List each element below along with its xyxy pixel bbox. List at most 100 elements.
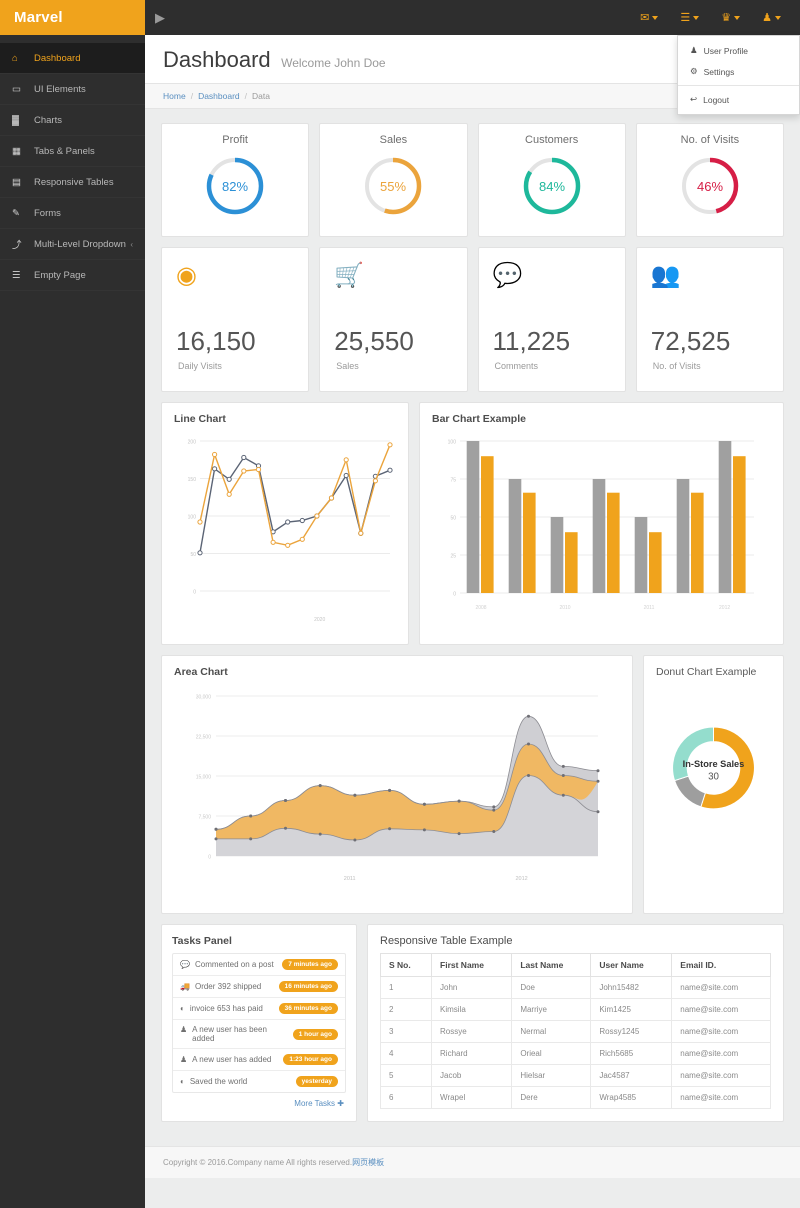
table-title: Responsive Table Example	[380, 935, 513, 947]
home-icon: ⌂	[12, 52, 18, 64]
bar-chart-title: Bar Chart Example	[432, 413, 526, 425]
gauge-row: Profit 82% Sales 55% Customers 84% No. of Visi…	[161, 123, 784, 237]
table-cell: Richard	[431, 1042, 513, 1065]
sidebar-item-charts[interactable]: ▓ Charts	[0, 105, 145, 136]
topbar-user-button[interactable]: ♟	[751, 0, 792, 35]
content-body: Profit 82% Sales 55% Customers 84% No. of Visi…	[145, 109, 800, 1146]
gauge-card-no-of-visits: No. of Visits 46%	[635, 123, 784, 237]
user-icon: ♟	[690, 45, 698, 55]
sidebar-toggle-icon[interactable]: ▶	[145, 0, 175, 35]
table-cell: name@site.com	[671, 1042, 771, 1065]
task-time-badge: 16 minutes ago	[278, 981, 338, 992]
sidebar-item-forms[interactable]: ✎ Forms	[0, 198, 145, 229]
task-item[interactable]: ♟ A new user has added 1:23 hour ago	[173, 1049, 345, 1071]
table-cell: John15482	[590, 976, 673, 999]
svg-text:75: 75	[450, 478, 456, 484]
area-chart: 0 7,500 15,000 22,500 30,000 2011 2012	[174, 684, 620, 901]
svg-text:2010: 2010	[559, 605, 570, 611]
svg-text:In-Store Sales: In-Store Sales	[683, 759, 745, 769]
table-icon: ▤	[12, 176, 21, 188]
brand-logo[interactable]: Marvel	[0, 0, 145, 35]
sidebar-item-label: Multi-Level Dropdown	[34, 238, 126, 250]
task-item[interactable]: ◐ invoice 653 has paid 36 minutes ago	[173, 998, 345, 1020]
table-cell: Rich5685	[590, 1042, 673, 1065]
breadcrumb-item-home[interactable]: Home	[163, 91, 186, 101]
task-content: 💬 Commented on a post	[180, 960, 274, 969]
sitemap-icon: ⤴	[12, 240, 22, 251]
page-title: Dashboard	[163, 47, 271, 72]
responsive-table-card: Responsive Table Example S No. First Name…	[367, 924, 784, 1122]
table-cell: 3	[379, 1020, 433, 1043]
svg-text:100: 100	[448, 440, 457, 446]
svg-text:200: 200	[188, 440, 197, 446]
topbar-messages-button[interactable]: ✉	[629, 0, 669, 35]
task-item[interactable]: 💬 Commented on a post 7 minutes ago	[173, 954, 345, 976]
stat-card-sales: 🛒 25,550 Sales	[319, 247, 468, 392]
dropdown-divider	[678, 85, 799, 86]
chevron-down-icon	[693, 15, 700, 20]
table-cell: Marriye	[511, 998, 592, 1021]
task-content: ◐ invoice 653 has paid	[180, 1004, 263, 1013]
stat-label: Daily Visits	[178, 361, 222, 371]
table-column-header: S No.	[379, 953, 433, 977]
breadcrumb-item-dashboard[interactable]: Dashboard	[198, 91, 240, 101]
table-cell: name@site.com	[671, 1020, 771, 1043]
breadcrumb-separator: /	[190, 91, 194, 101]
task-content: ♟ A new user has added	[180, 1055, 271, 1064]
sidebar-item-dashboard[interactable]: ⌂ Dashboard	[0, 43, 145, 74]
user-dropdown-menu[interactable]: ♟ User Profile ⚙ Settings ↩ Logout	[677, 35, 800, 115]
task-item[interactable]: ♟ A new user has been added 1 hour ago	[173, 1020, 345, 1049]
monitor-icon: ▭	[12, 83, 21, 95]
sidebar-item-multi-level-dropdown[interactable]: ⤴ Multi-Level Dropdown ‹	[0, 229, 145, 260]
table-row: 6 Wrapel Dere Wrap4585 name@site.com	[379, 1086, 771, 1109]
table-cell: Jacob	[431, 1064, 513, 1087]
donut-chart-title: Donut Chart Example	[656, 666, 757, 678]
sidebar-item-tabs-panels[interactable]: ▦ Tabs & Panels	[0, 136, 145, 167]
svg-text:50: 50	[190, 552, 196, 558]
sidebar-item-ui-elements[interactable]: ▭ UI Elements	[0, 74, 145, 105]
table-cell: 5	[379, 1064, 433, 1087]
table-cell: Jac4587	[590, 1064, 673, 1087]
donut-chart: In-Store Sales 30	[656, 684, 771, 824]
table-header-row: S No. First Name Last Name User Name Email I…	[379, 953, 771, 977]
table-cell: Kim1425	[590, 998, 673, 1021]
svg-text:100: 100	[188, 515, 197, 521]
topbar-notifications-button[interactable]: ♛	[710, 0, 751, 35]
table-cell: Rossy1245	[590, 1020, 673, 1043]
table-row: 5 Jacob Hielsar Jac4587 name@site.com	[379, 1064, 771, 1087]
table-column-header: Last Name	[511, 953, 592, 977]
topbar-tasks-button[interactable]: ☰	[669, 0, 710, 35]
dropdown-item-user-profile[interactable]: ♟ User Profile	[678, 40, 799, 61]
footer-link[interactable]: 网页模板	[352, 1158, 384, 1167]
task-item[interactable]: 🚚 Order 392 shipped 16 minutes ago	[173, 976, 345, 998]
tasks-panel-title: Tasks Panel	[172, 935, 232, 947]
table-cell: name@site.com	[671, 998, 771, 1021]
page-subtitle: Welcome John Doe	[281, 56, 386, 70]
stat-card-comments: 💬 11,225 Comments	[477, 247, 626, 392]
bar-chart: 0 25 50 75 100 2008 2010 2011 2012	[432, 431, 771, 632]
dashboard-page: Marvel ⌂ Dashboard ▭ UI Elements ▓ Charts ▦ Tab…	[0, 0, 800, 1208]
table-cell: Wrap4585	[590, 1086, 673, 1109]
stat-number: 11,225	[492, 326, 571, 356]
more-tasks-label: More Tasks	[294, 1099, 336, 1108]
task-content: ◐ Saved the world	[180, 1077, 247, 1086]
user-icon: ♟	[762, 12, 772, 24]
sidebar-item-empty-page[interactable]: ☰ Empty Page	[0, 260, 145, 291]
globe-icon: ◐	[180, 1004, 185, 1013]
sidebar-item-label: Empty Page	[34, 269, 86, 281]
sidebar-item-label: Responsive Tables	[34, 176, 114, 188]
sidebar-item-responsive-tables[interactable]: ▤ Responsive Tables	[0, 167, 145, 198]
tasks-icon: ☰	[680, 12, 691, 24]
table-body: 1 John Doe John15482 name@site.com 2 Kimsila Ma…	[379, 976, 771, 1109]
breadcrumb-item-data[interactable]: Data	[252, 91, 270, 101]
svg-text:46%: 46%	[697, 179, 723, 194]
svg-text:84%: 84%	[539, 179, 565, 194]
gauge-ring: 55%	[328, 152, 458, 220]
sidebar-nav: ⌂ Dashboard ▭ UI Elements ▓ Charts ▦ Tabs & Pan…	[0, 35, 145, 291]
dropdown-item-settings[interactable]: ⚙ Settings	[678, 61, 799, 82]
more-tasks-link[interactable]: More Tasks ✚	[172, 1093, 346, 1108]
stat-number: 25,550	[334, 326, 414, 356]
table-row: 1 John Doe John15482 name@site.com	[379, 976, 771, 999]
task-item[interactable]: ◐ Saved the world yesterday	[173, 1071, 345, 1092]
dropdown-item-logout[interactable]: ↩ Logout	[678, 89, 799, 110]
